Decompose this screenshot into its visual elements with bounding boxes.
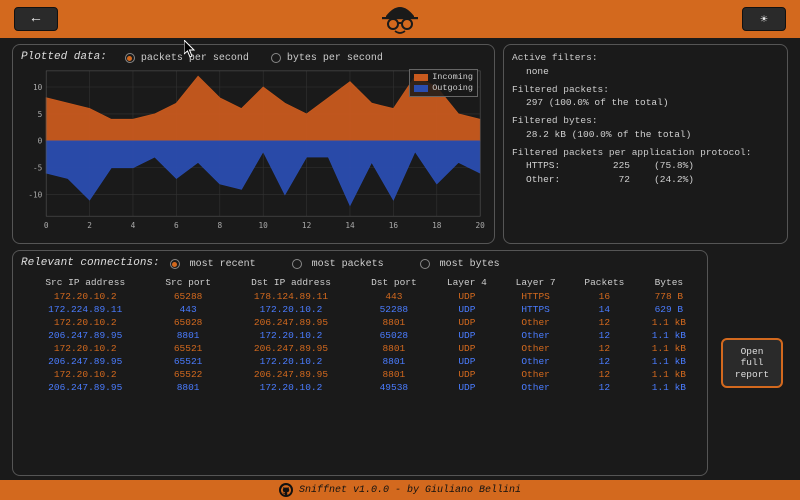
radio-packets-label: packets per second [141, 53, 249, 64]
footer-text: Sniffnet v1.0.0 - by Giuliano Bellini [299, 485, 521, 496]
svg-text:-10: -10 [28, 191, 42, 200]
filtered-packets-value: 297 (100.0% of the total) [512, 96, 779, 110]
protocol-row: HTTPS:225(75.8%) [526, 159, 779, 173]
svg-text:6: 6 [174, 221, 179, 230]
table-header: Dst port [355, 275, 432, 290]
active-filters-label: Active filters: [512, 51, 779, 65]
radio-most-recent-label: most recent [190, 259, 256, 270]
chart-legend: Incoming Outgoing [409, 69, 478, 97]
filtered-proto-label: Filtered packets per application protoco… [512, 146, 779, 160]
svg-text:18: 18 [432, 221, 442, 230]
table-row[interactable]: 172.20.10.265028206.247.89.958801UDPOthe… [21, 316, 699, 329]
table-header: Src port [149, 275, 226, 290]
table-row[interactable]: 172.20.10.265522206.247.89.958801UDPOthe… [21, 368, 699, 381]
main-content: Plotted data: packets per second bytes p… [0, 38, 800, 480]
svg-text:2: 2 [87, 221, 92, 230]
radio-packets-per-second[interactable] [125, 53, 135, 63]
radio-most-bytes[interactable] [420, 259, 430, 269]
table-header: Bytes [639, 275, 699, 290]
svg-text:5: 5 [38, 110, 43, 119]
active-filters-panel: Active filters: none Filtered packets: 2… [503, 44, 788, 244]
connections-table: Src IP addressSrc portDst IP addressDst … [21, 275, 699, 394]
top-bar: ← ☀ [0, 0, 800, 38]
open-report-label: Openfullreport [735, 346, 769, 380]
footer-bar: Sniffnet v1.0.0 - by Giuliano Bellini [0, 480, 800, 500]
table-row[interactable]: 206.247.89.9565521172.20.10.28801UDPOthe… [21, 355, 699, 368]
table-row[interactable]: 206.247.89.958801172.20.10.265028UDPOthe… [21, 329, 699, 342]
svg-text:16: 16 [389, 221, 399, 230]
connections-title: Relevant connections: [21, 257, 160, 269]
svg-text:10: 10 [33, 83, 43, 92]
sun-icon: ☀ [760, 12, 767, 27]
plotted-title: Plotted data: [21, 51, 107, 63]
table-header: Dst IP address [227, 275, 355, 290]
traffic-chart: -10 -5 0 5 10 0 2 4 6 8 10 12 14 16 18 20 Incoming Outg… [21, 67, 486, 237]
radio-most-packets[interactable] [292, 259, 302, 269]
active-filters-value: none [512, 65, 779, 79]
table-row[interactable]: 172.224.89.11443172.20.10.252288UDPHTTPS… [21, 303, 699, 316]
svg-text:10: 10 [259, 221, 269, 230]
app-logo [376, 2, 424, 36]
legend-outgoing: Outgoing [432, 83, 473, 94]
svg-text:0: 0 [44, 221, 49, 230]
filtered-bytes-label: Filtered bytes: [512, 114, 779, 128]
table-row[interactable]: 172.20.10.265521206.247.89.958801UDPOthe… [21, 342, 699, 355]
arrow-left-icon: ← [32, 11, 40, 27]
svg-text:14: 14 [345, 221, 355, 230]
github-icon[interactable] [279, 483, 293, 497]
radio-most-bytes-label: most bytes [440, 259, 500, 270]
table-header: Packets [570, 275, 639, 290]
connections-panel: Relevant connections: most recent most p… [12, 250, 708, 476]
theme-toggle-button[interactable]: ☀ [742, 7, 786, 31]
svg-text:0: 0 [38, 137, 43, 146]
svg-text:12: 12 [302, 221, 311, 230]
svg-text:4: 4 [131, 221, 136, 230]
plotted-data-panel: Plotted data: packets per second bytes p… [12, 44, 495, 244]
svg-text:-5: -5 [33, 164, 43, 173]
table-header: Src IP address [21, 275, 149, 290]
svg-text:20: 20 [476, 221, 486, 230]
protocol-row: Other:72(24.2%) [526, 173, 779, 187]
table-header: Layer 7 [501, 275, 570, 290]
table-header: Layer 4 [433, 275, 502, 290]
filtered-packets-label: Filtered packets: [512, 83, 779, 97]
open-full-report-button[interactable]: Openfullreport [721, 338, 783, 388]
legend-incoming: Incoming [432, 72, 473, 83]
table-row[interactable]: 206.247.89.958801172.20.10.249538UDPOthe… [21, 381, 699, 394]
back-button[interactable]: ← [14, 7, 58, 31]
svg-text:8: 8 [217, 221, 222, 230]
radio-most-packets-label: most packets [312, 259, 384, 270]
radio-bytes-label: bytes per second [287, 53, 383, 64]
filtered-bytes-value: 28.2 kB (100.0% of the total) [512, 128, 779, 142]
radio-bytes-per-second[interactable] [271, 53, 281, 63]
table-row[interactable]: 172.20.10.265288178.124.89.11443UDPHTTPS… [21, 290, 699, 303]
radio-most-recent[interactable] [170, 259, 180, 269]
